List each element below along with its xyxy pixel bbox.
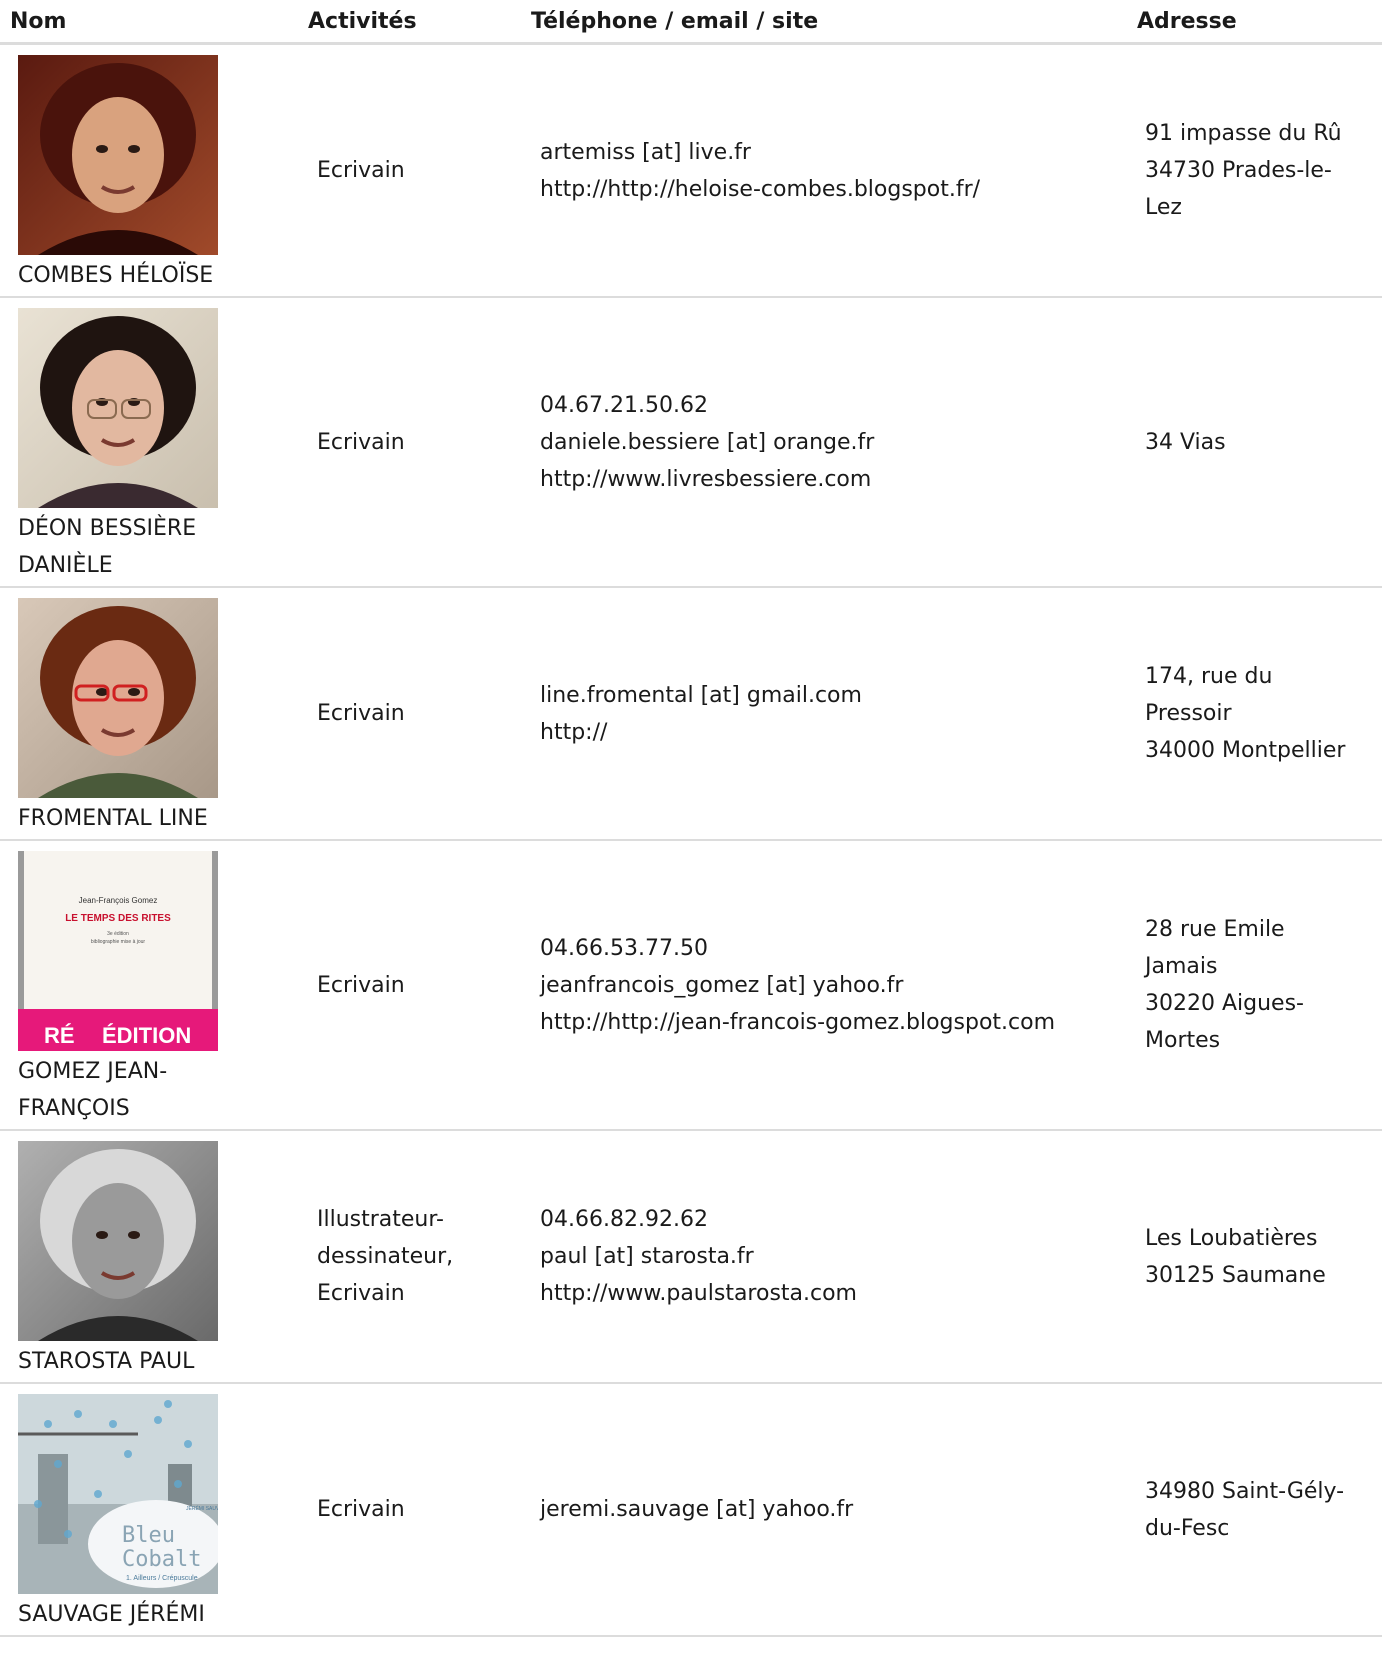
- cell-activites: Illustrateur-dessinateur, Ecrivain: [300, 1130, 523, 1384]
- activity-text: dessinateur,: [317, 1244, 454, 1269]
- table-row: FROMENTAL LINE Ecrivain line.fromental [at…: [0, 587, 1382, 841]
- activity-text: Ecrivain: [317, 429, 405, 455]
- svg-text:1. Ailleurs / Crépuscule: 1. Ailleurs / Crépuscule: [126, 1575, 198, 1582]
- column-header-contact[interactable]: Téléphone / email / site: [523, 0, 1127, 45]
- activity-text: Ecrivain: [317, 972, 405, 998]
- portrait-photo-icon: [18, 598, 218, 798]
- book-cover-icon: Jean-François Gomez LE TEMPS DES RITES 3…: [18, 851, 218, 1051]
- table-header: Nom Activités Téléphone / email / site A…: [0, 0, 1382, 45]
- table-row: Bleu Cobalt 1. Ailleurs / Crépuscule JÉR…: [0, 1383, 1382, 1637]
- address-line: 34730 Prades-le-: [1145, 158, 1332, 183]
- svg-text:JÉRÉMI SAUVAGE: JÉRÉMI SAUVAGE: [186, 1505, 218, 1512]
- svg-text:LE TEMPS DES RITES: LE TEMPS DES RITES: [65, 913, 171, 924]
- svg-text:3e édition: 3e édition: [107, 931, 129, 937]
- cell-activites: Ecrivain: [300, 297, 523, 588]
- author-name: GOMEZ JEAN-FRANÇOIS: [18, 1059, 168, 1121]
- address-line: Lez: [1145, 195, 1182, 220]
- activity-text: Ecrivain: [317, 1497, 405, 1522]
- svg-text:RÉ: RÉ: [44, 1023, 75, 1048]
- cell-contact: artemiss [at] live.fr http://http://heloi…: [523, 43, 1127, 298]
- svg-text:ÉDITION: ÉDITION: [102, 1023, 191, 1048]
- cell-nom: Bleu Cobalt 1. Ailleurs / Crépuscule JÉR…: [0, 1383, 300, 1637]
- cell-contact: 04.67.21.50.62 daniele.bessiere [at] oran…: [523, 297, 1127, 588]
- cell-contact: 04.66.53.77.50 jeanfrancois_gomez [at] ya…: [523, 840, 1127, 1131]
- cell-nom: FROMENTAL LINE: [0, 587, 300, 841]
- author-name: DÉON BESSIÈRE DANIÈLE: [18, 516, 197, 578]
- svg-text:Jean-François Gomez: Jean-François Gomez: [79, 896, 158, 905]
- cell-contact: line.fromental [at] gmail.com http://: [523, 587, 1127, 841]
- address-line: 174, rue du: [1145, 664, 1273, 689]
- cell-adresse: 91 impasse du Rû 34730 Prades-le- Lez: [1127, 43, 1382, 298]
- author-name: FROMENTAL LINE: [18, 806, 208, 831]
- cell-nom: STAROSTA PAUL: [0, 1130, 300, 1384]
- svg-text:bibliographie mise à jour: bibliographie mise à jour: [91, 939, 146, 945]
- address-line: 30220 Aigues-: [1145, 991, 1304, 1016]
- address-line: du-Fesc: [1145, 1515, 1230, 1541]
- svg-text:Cobalt: Cobalt: [122, 1547, 201, 1572]
- website-link[interactable]: http://http://heloise-combes.blogspot.fr…: [540, 171, 1127, 208]
- address-line: 30125 Saumane: [1145, 1262, 1326, 1288]
- cell-nom: DÉON BESSIÈRE DANIÈLE: [0, 297, 300, 588]
- phone-number: 04.66.82.92.62: [540, 1207, 708, 1232]
- cell-adresse: Les Loubatières 30125 Saumane: [1127, 1130, 1382, 1384]
- column-header-activites[interactable]: Activités: [300, 0, 523, 45]
- email-link[interactable]: daniele.bessiere [at] orange.fr: [540, 424, 1127, 461]
- author-name: COMBES HÉLOÏSE: [18, 263, 214, 288]
- activity-text: Illustrateur-: [317, 1207, 444, 1232]
- address-line: 34000 Montpellier: [1145, 738, 1346, 763]
- activity-text: Ecrivain: [317, 158, 405, 183]
- cell-adresse: 28 rue Emile Jamais 30220 Aigues- Mortes: [1127, 840, 1382, 1131]
- table-row: COMBES HÉLOÏSE Ecrivain artemiss [at] live…: [0, 43, 1382, 298]
- column-header-adresse[interactable]: Adresse: [1127, 0, 1382, 45]
- cell-activites: Ecrivain: [300, 587, 523, 841]
- address-line: Mortes: [1145, 1028, 1221, 1053]
- author-name: STAROSTA PAUL: [18, 1349, 195, 1374]
- address-line: 28 rue Emile: [1145, 917, 1285, 942]
- address-line: Pressoir: [1145, 701, 1232, 726]
- website-link[interactable]: http://http://jean-francois-gomez.blogsp…: [540, 1004, 1127, 1041]
- cell-adresse: 34 Vias: [1127, 297, 1382, 588]
- email-link[interactable]: artemiss [at] live.fr: [540, 134, 1127, 171]
- cell-nom: Jean-François Gomez LE TEMPS DES RITES 3…: [0, 840, 300, 1131]
- cell-activites: Ecrivain: [300, 43, 523, 298]
- cell-activites: Ecrivain: [300, 840, 523, 1131]
- portrait-photo-icon: [18, 308, 218, 508]
- cell-adresse: 34980 Saint-Gély-du-Fesc: [1127, 1383, 1382, 1637]
- website-link[interactable]: http://www.livresbessiere.com: [540, 461, 1127, 498]
- email-link[interactable]: paul [at] starosta.fr: [540, 1238, 1127, 1275]
- cell-activites: Ecrivain: [300, 1383, 523, 1637]
- phone-number: 04.67.21.50.62: [540, 392, 708, 418]
- email-link[interactable]: line.fromental [at] gmail.com: [540, 677, 1127, 714]
- column-header-nom[interactable]: Nom: [0, 0, 300, 45]
- table-row: DÉON BESSIÈRE DANIÈLE Ecrivain 04.67.21.50…: [0, 297, 1382, 588]
- website-link[interactable]: http://www.paulstarosta.com: [540, 1275, 1127, 1312]
- author-name: SAUVAGE JÉRÉMI: [18, 1602, 205, 1627]
- address-line: 34 Vias: [1145, 429, 1226, 455]
- cell-contact: jeremi.sauvage [at] yahoo.fr: [523, 1383, 1127, 1637]
- address-line: Jamais: [1145, 954, 1218, 979]
- book-cover-icon: Bleu Cobalt 1. Ailleurs / Crépuscule JÉR…: [18, 1394, 218, 1594]
- svg-text:Bleu: Bleu: [122, 1523, 175, 1548]
- author-directory-table: Nom Activités Téléphone / email / site A…: [0, 0, 1382, 1637]
- phone-number: 04.66.53.77.50: [540, 935, 708, 961]
- address-line: 34980 Saint-Gély-: [1145, 1478, 1345, 1504]
- address-line: Les Loubatières: [1145, 1225, 1318, 1251]
- email-link[interactable]: jeremi.sauvage [at] yahoo.fr: [540, 1491, 1127, 1528]
- table-row: STAROSTA PAUL Illustrateur-dessinateur, Ec…: [0, 1130, 1382, 1384]
- portrait-photo-icon: [18, 1141, 218, 1341]
- address-line: 91 impasse du Rû: [1145, 121, 1342, 146]
- cell-adresse: 174, rue du Pressoir 34000 Montpellier: [1127, 587, 1382, 841]
- cell-nom: COMBES HÉLOÏSE: [0, 43, 300, 298]
- email-link[interactable]: jeanfrancois_gomez [at] yahoo.fr: [540, 967, 1127, 1004]
- cell-contact: 04.66.82.92.62 paul [at] starosta.fr http:…: [523, 1130, 1127, 1384]
- website-link[interactable]: http://: [540, 714, 1127, 751]
- activity-text: Ecrivain: [317, 701, 405, 726]
- activity-text: Ecrivain: [317, 1281, 405, 1306]
- portrait-photo-icon: [18, 55, 218, 255]
- table-row: Jean-François Gomez LE TEMPS DES RITES 3…: [0, 840, 1382, 1131]
